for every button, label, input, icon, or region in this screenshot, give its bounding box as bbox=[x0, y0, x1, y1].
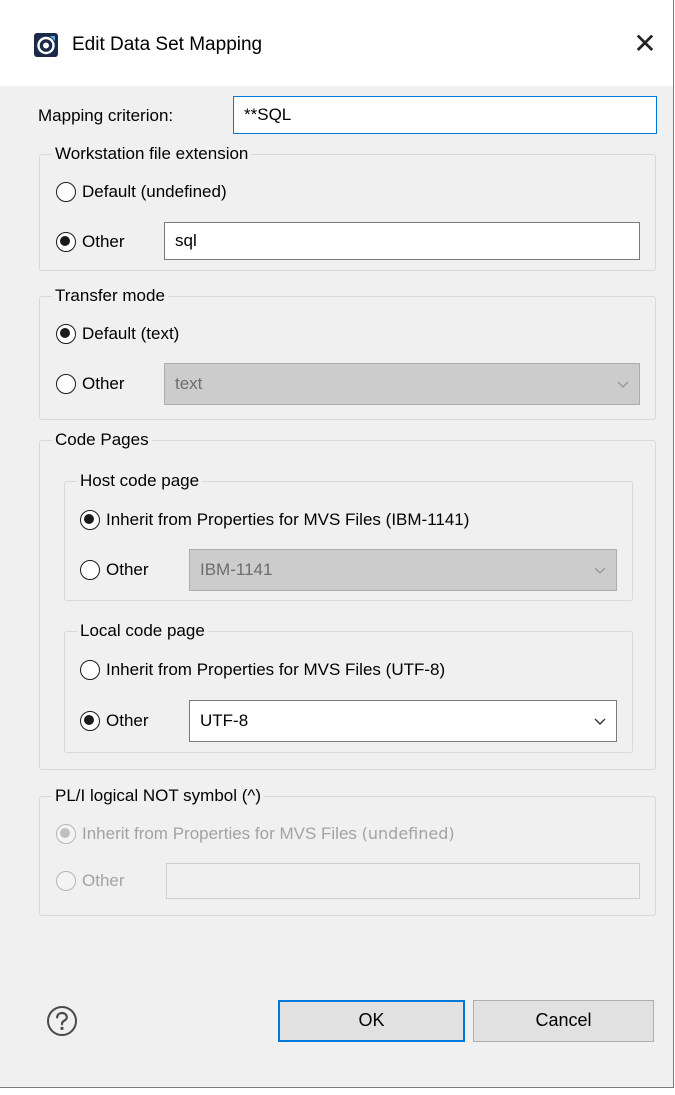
chevron-down-icon bbox=[594, 718, 606, 725]
ext-other-label[interactable]: Other bbox=[82, 231, 125, 253]
transfer-mode-select: text bbox=[164, 363, 640, 405]
local-inherit-label[interactable]: Inherit from Properties for MVS Files (U… bbox=[106, 659, 445, 681]
pli-not-symbol-legend: PL/I logical NOT symbol (^) bbox=[52, 785, 265, 807]
ext-other-radio[interactable] bbox=[56, 232, 76, 252]
transfer-default-radio[interactable] bbox=[56, 324, 76, 344]
window-title: Edit Data Set Mapping bbox=[72, 34, 263, 55]
transfer-mode-value: text bbox=[175, 374, 203, 393]
pli-inherit-label[interactable]: Inherit from Properties for MVS Files (u… bbox=[82, 823, 455, 845]
local-inherit-radio[interactable] bbox=[80, 660, 100, 680]
local-code-page-legend: Local code page bbox=[77, 620, 208, 642]
pli-inherit-hint: (undefined) bbox=[361, 824, 455, 843]
local-other-label[interactable]: Other bbox=[106, 710, 149, 732]
local-code-page-value: UTF-8 bbox=[200, 711, 249, 730]
transfer-default-hint: (text) bbox=[140, 324, 180, 343]
pli-other-radio[interactable] bbox=[56, 871, 76, 891]
help-icon[interactable] bbox=[46, 1005, 78, 1037]
host-other-radio[interactable] bbox=[80, 560, 100, 580]
host-inherit-hint: (IBM-1141) bbox=[385, 510, 470, 529]
host-code-page-value: IBM-1141 bbox=[200, 560, 273, 579]
title-bar: Edit Data Set Mapping ✕ bbox=[0, 0, 673, 86]
transfer-other-radio[interactable] bbox=[56, 374, 76, 394]
host-code-page-select: IBM-1141 bbox=[189, 549, 617, 591]
workstation-file-extension-legend: Workstation file extension bbox=[52, 143, 252, 165]
pli-other-input bbox=[166, 863, 640, 899]
ext-default-radio[interactable] bbox=[56, 182, 76, 202]
local-inherit-hint: (UTF-8) bbox=[385, 660, 446, 679]
close-icon[interactable]: ✕ bbox=[630, 29, 660, 59]
pli-other-label[interactable]: Other bbox=[82, 870, 125, 892]
host-inherit-label[interactable]: Inherit from Properties for MVS Files (I… bbox=[106, 509, 469, 531]
host-inherit-radio[interactable] bbox=[80, 510, 100, 530]
chevron-down-icon bbox=[617, 381, 629, 388]
eclipse-app-icon bbox=[34, 33, 58, 57]
pli-inherit-text: Inherit from Properties for MVS Files bbox=[82, 824, 357, 843]
code-pages-legend: Code Pages bbox=[52, 429, 152, 451]
mapping-criterion-label: Mapping criterion: bbox=[38, 106, 174, 125]
host-other-label[interactable]: Other bbox=[106, 559, 149, 581]
transfer-other-label[interactable]: Other bbox=[82, 373, 125, 395]
ext-other-input[interactable]: sql bbox=[164, 222, 640, 260]
mapping-criterion-input[interactable]: **SQL bbox=[233, 96, 657, 134]
local-inherit-text: Inherit from Properties for MVS Files bbox=[106, 660, 381, 679]
ok-button[interactable]: OK bbox=[278, 1000, 465, 1042]
ext-default-label[interactable]: Default (undefined) bbox=[82, 181, 227, 203]
transfer-default-label[interactable]: Default (text) bbox=[82, 323, 179, 345]
transfer-default-text: Default bbox=[82, 324, 136, 343]
local-other-radio[interactable] bbox=[80, 711, 100, 731]
host-code-page-legend: Host code page bbox=[77, 470, 203, 492]
pli-inherit-radio[interactable] bbox=[56, 824, 76, 844]
edit-data-set-mapping-dialog: Edit Data Set Mapping ✕ Mapping criterio… bbox=[0, 0, 674, 1088]
chevron-down-icon bbox=[594, 567, 606, 574]
ext-default-text: Default bbox=[82, 182, 136, 201]
host-inherit-text: Inherit from Properties for MVS Files bbox=[106, 510, 381, 529]
ext-default-hint: (undefined) bbox=[140, 182, 227, 201]
transfer-mode-legend: Transfer mode bbox=[52, 285, 168, 307]
local-code-page-select[interactable]: UTF-8 bbox=[189, 700, 617, 742]
cancel-button[interactable]: Cancel bbox=[473, 1000, 654, 1042]
